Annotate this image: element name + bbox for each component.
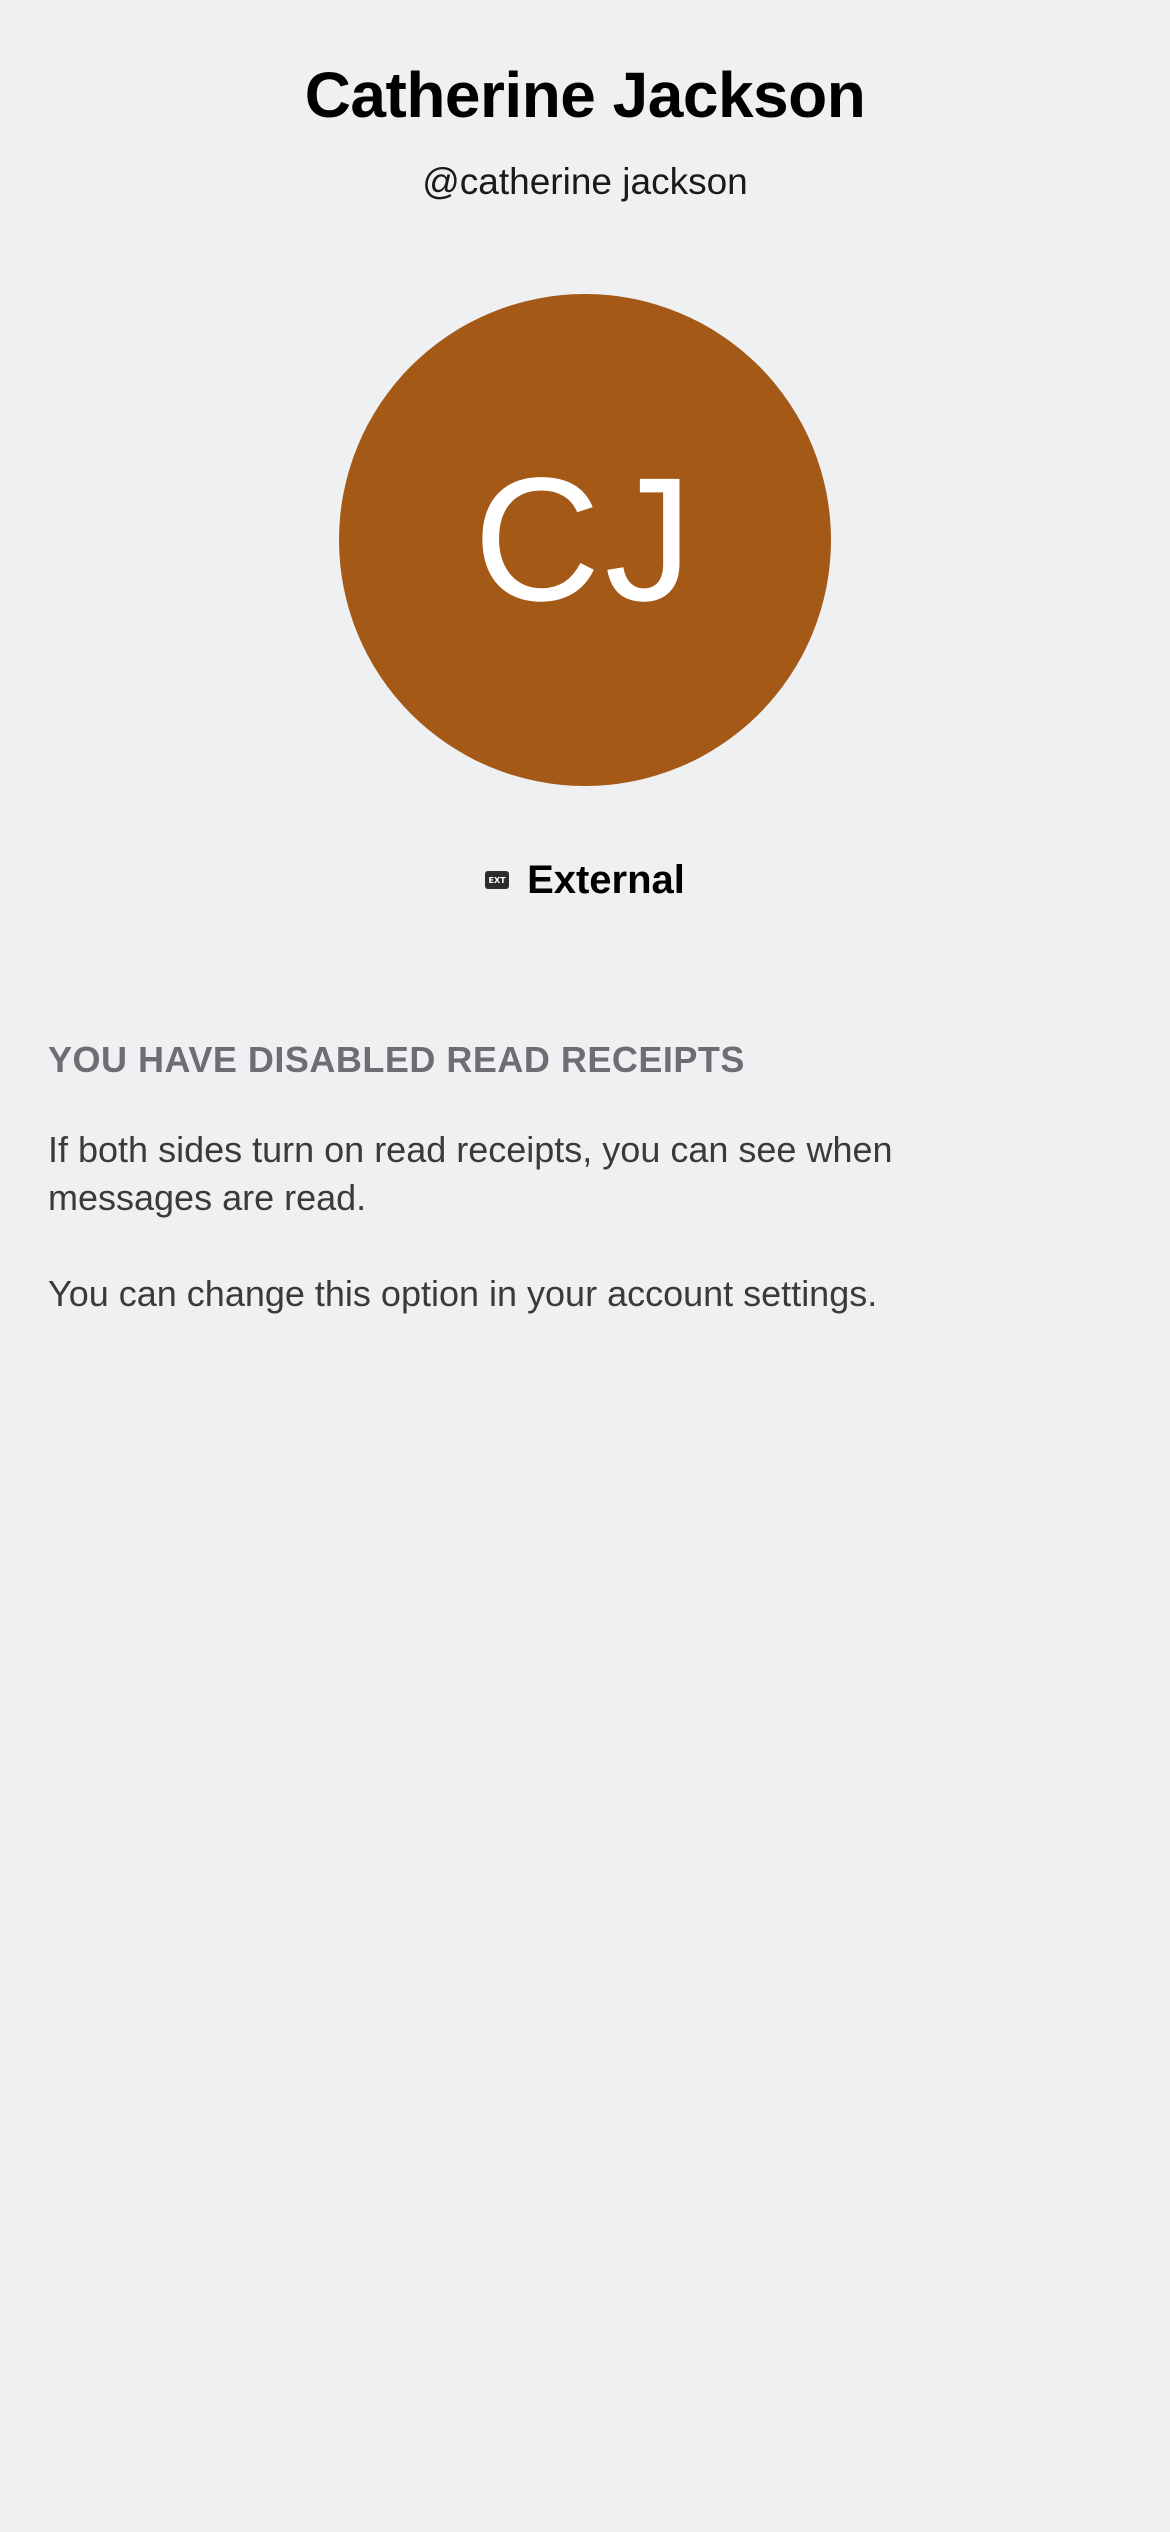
avatar: CJ [339,294,831,786]
read-receipts-description: If both sides turn on read receipts, you… [48,1129,893,1218]
external-badge-label: External [527,858,685,902]
profile-header: Catherine Jackson @catherine jackson [0,52,1170,206]
profile-handle: @catherine jackson [422,161,748,202]
user-profile-screen: Catherine Jackson @catherine jackson CJ … [0,0,1170,2532]
external-badge-icon: EXT [485,871,510,889]
avatar-initials: CJ [473,442,697,638]
external-badge: EXT External [0,852,1170,908]
read-receipts-title: YOU HAVE DISABLED READ RECEIPTS [48,1039,745,1080]
read-receipts-settings-note: You can change this option in your accou… [48,1273,878,1314]
read-receipts-section: YOU HAVE DISABLED READ RECEIPTS If both … [48,1034,1122,1318]
profile-name: Catherine Jackson [304,59,866,131]
